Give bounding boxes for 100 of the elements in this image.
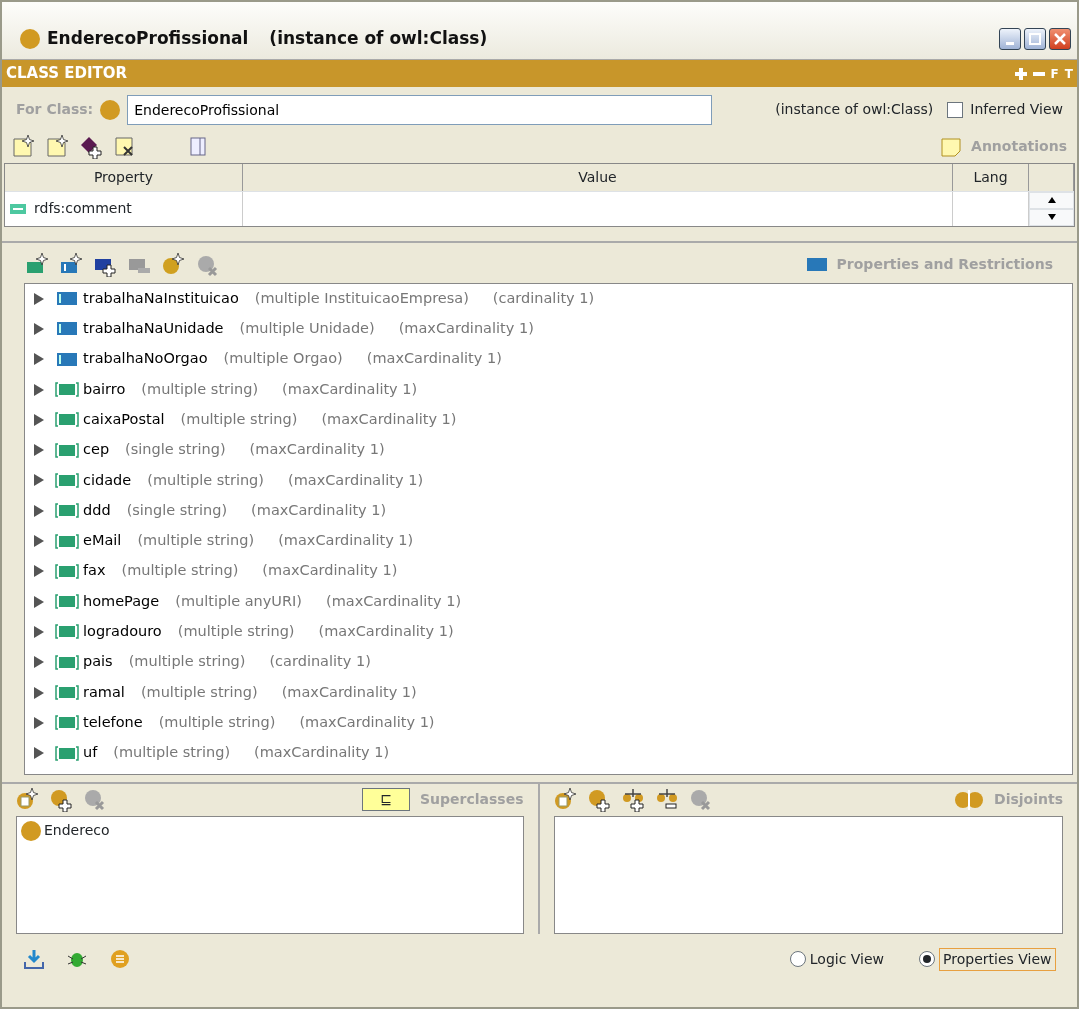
property-type: (multiple string) xyxy=(137,531,255,551)
radio-label: Properties View xyxy=(938,947,1056,971)
add-class-icon[interactable] xyxy=(587,787,612,812)
expand-arrow-icon[interactable] xyxy=(33,503,45,518)
add-class-icon[interactable] xyxy=(50,787,74,812)
expand-arrow-icon[interactable] xyxy=(33,564,45,579)
restriction-icon[interactable] xyxy=(162,252,186,277)
property-name[interactable]: trabalhaNaUnidade xyxy=(83,318,224,340)
minus-icon[interactable] xyxy=(1032,71,1045,76)
property-name[interactable]: logradouro xyxy=(83,621,162,643)
property-type: (multiple Orgao) xyxy=(223,349,343,369)
expand-arrow-icon[interactable] xyxy=(33,594,45,609)
datatype-property-icon xyxy=(55,412,79,428)
restriction-text: (maxCardinality 1) xyxy=(326,591,462,611)
remove-disjoint-icon[interactable] xyxy=(655,787,680,812)
restriction-text: (maxCardinality 1) xyxy=(254,743,390,763)
property-name[interactable]: eMail xyxy=(83,530,122,552)
expand-arrow-icon[interactable] xyxy=(33,624,45,639)
datatype-property-icon xyxy=(55,685,79,700)
new-class-icon[interactable] xyxy=(553,787,578,812)
datatype-property-icon xyxy=(55,472,79,488)
expand-arrow-icon[interactable] xyxy=(33,534,45,548)
maximize-button[interactable] xyxy=(1024,27,1046,50)
property-name[interactable]: homePage xyxy=(83,590,160,613)
property-type: (multiple string) xyxy=(121,561,239,581)
restriction-text: (maxCardinality 1) xyxy=(262,561,398,581)
property-name[interactable]: trabalhaNaInstituicao xyxy=(83,287,239,310)
property-name[interactable]: bairro xyxy=(83,378,126,401)
column-header[interactable]: Lang xyxy=(953,163,1029,191)
restriction-text: (maxCardinality 1) xyxy=(366,349,502,369)
property-type: (multiple string) xyxy=(113,743,231,763)
plus-icon[interactable] xyxy=(1014,67,1027,80)
expand-arrow-icon[interactable] xyxy=(33,443,45,458)
property-type: (multiple string) xyxy=(147,470,264,490)
disjoint-icon xyxy=(954,789,985,810)
property-name[interactable]: ramal xyxy=(83,681,125,704)
instance-of-label: (instance of owl:Class) xyxy=(775,100,934,119)
radio-button[interactable] xyxy=(919,951,936,967)
maximize-icon xyxy=(1029,32,1041,45)
inferred-view-checkbox[interactable] xyxy=(947,101,964,118)
expand-arrow-icon[interactable] xyxy=(33,352,45,367)
section-title: Annotations xyxy=(971,137,1067,156)
object-property-icon xyxy=(55,291,79,307)
expand-arrow-icon[interactable] xyxy=(33,412,45,427)
section-title: Superclasses xyxy=(420,790,524,809)
expand-arrow-icon[interactable] xyxy=(33,473,45,488)
expand-arrow-icon[interactable] xyxy=(33,655,45,670)
download-icon[interactable] xyxy=(23,948,45,970)
restriction-text: (maxCardinality 1) xyxy=(249,440,385,460)
property-type: (multiple string) xyxy=(128,652,246,672)
expand-arrow-icon[interactable] xyxy=(33,746,45,761)
property-name[interactable]: fax xyxy=(83,560,106,583)
class-name-field[interactable]: EnderecoProfissional xyxy=(127,94,713,125)
datatype-property-icon xyxy=(55,594,79,610)
property-type: (multiple string) xyxy=(141,379,259,399)
property-name[interactable]: telefone xyxy=(83,711,143,734)
restriction-text: (maxCardinality 1) xyxy=(299,712,435,732)
expand-arrow-icon[interactable] xyxy=(33,382,45,397)
expand-arrow-icon[interactable] xyxy=(33,685,45,700)
new-class-icon[interactable] xyxy=(16,787,40,812)
superclass-symbol: ⊑ xyxy=(362,788,410,811)
restriction-text: (maxCardinality 1) xyxy=(288,470,424,490)
restriction-text: (maxCardinality 1) xyxy=(398,319,534,339)
section-title: Disjoints xyxy=(994,790,1063,809)
datatype-property-icon xyxy=(55,715,79,731)
add-disjoint-icon[interactable] xyxy=(621,787,646,812)
new-note-icon[interactable] xyxy=(12,134,36,159)
column-header[interactable]: Value xyxy=(243,163,953,191)
property-name[interactable]: cep xyxy=(83,439,110,461)
minimize-button[interactable] xyxy=(999,27,1021,50)
datatype-property-icon xyxy=(55,442,79,458)
table-cell-text: rdfs:comment xyxy=(34,199,132,218)
close-button[interactable] xyxy=(1049,27,1071,50)
property-name[interactable]: caixaPostal xyxy=(83,408,165,431)
property-type: (multiple InstituicaoEmpresa) xyxy=(254,288,469,308)
expand-arrow-icon[interactable] xyxy=(33,715,45,730)
property-name[interactable]: ddd xyxy=(83,499,111,522)
column-header[interactable]: Property xyxy=(5,163,243,191)
inferred-view-label: Inferred View xyxy=(970,100,1063,119)
radio-label: Logic View xyxy=(809,949,885,969)
class-icon xyxy=(100,99,121,120)
radio-button[interactable] xyxy=(790,951,807,967)
column-header xyxy=(1029,163,1074,191)
property-name[interactable]: cidade xyxy=(83,469,132,492)
diamond-add-icon[interactable] xyxy=(80,134,104,159)
restriction-text: (maxCardinality 1) xyxy=(282,379,418,399)
expand-arrow-icon[interactable] xyxy=(33,291,45,306)
class-item[interactable]: Endereco xyxy=(44,820,110,841)
restriction-text: (cardinality 1) xyxy=(492,288,595,308)
object-property-icon xyxy=(55,351,79,367)
property-name[interactable]: uf xyxy=(83,742,98,764)
property-name[interactable]: pais xyxy=(83,651,113,674)
property-type: (multiple Unidade) xyxy=(239,319,375,339)
property-type: (single string) xyxy=(125,440,226,460)
restriction-text: (cardinality 1) xyxy=(269,652,371,672)
new-note-icon[interactable] xyxy=(46,134,70,159)
restriction-text: (maxCardinality 1) xyxy=(321,409,457,429)
expand-arrow-icon[interactable] xyxy=(33,321,45,336)
window-subtitle: (instance of owl:Class) xyxy=(269,26,488,50)
property-name[interactable]: trabalhaNoOrgao xyxy=(83,348,208,371)
